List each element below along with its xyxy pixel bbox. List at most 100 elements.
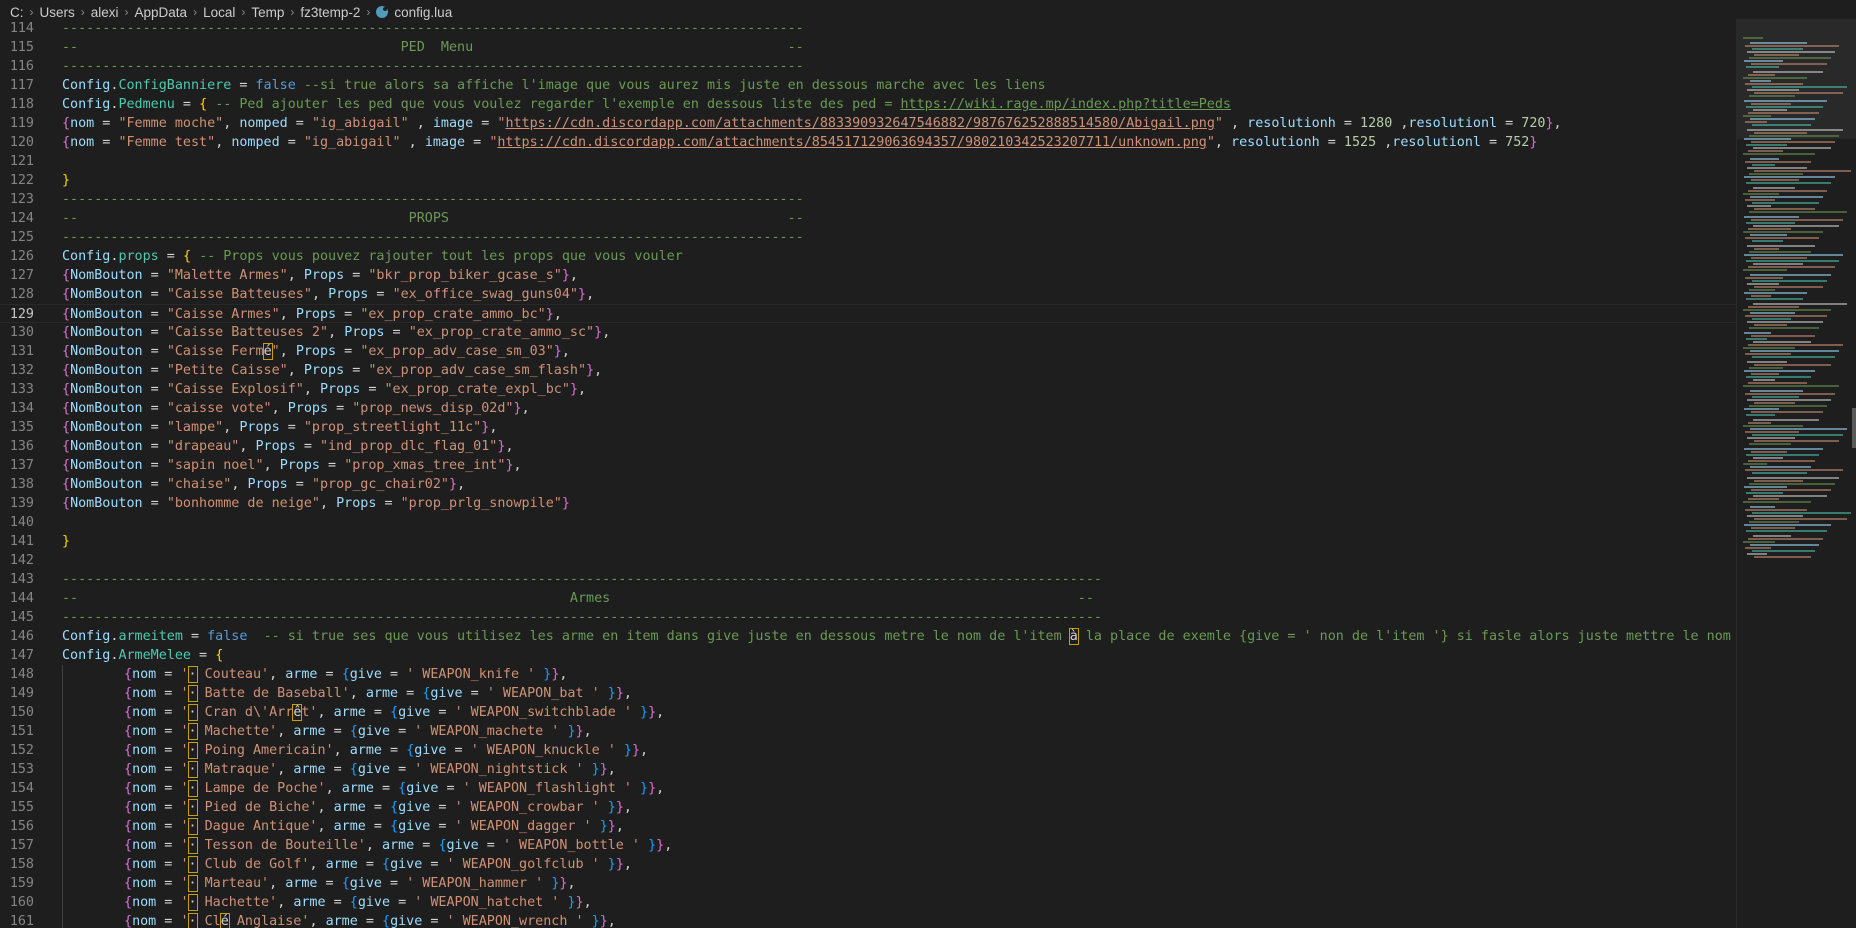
minimap-line bbox=[1743, 501, 1811, 503]
code-line[interactable]: 121 bbox=[0, 152, 1736, 171]
code-line[interactable]: 138 {NomBouton = "chaise", Props = "prop_… bbox=[0, 475, 1736, 494]
code-token: = bbox=[142, 344, 167, 359]
code-line[interactable]: 114 -------------------------------------… bbox=[0, 19, 1736, 38]
code-editor[interactable]: 114 -------------------------------------… bbox=[0, 19, 1736, 928]
code-line[interactable]: 127 {NomBouton = "Malette Armes", Props =… bbox=[0, 266, 1736, 285]
code-token: -- si true ses que vous utilisez les arm… bbox=[263, 629, 1070, 644]
code-line[interactable]: 126 Config.props = { -- Props vous pouvez… bbox=[0, 247, 1736, 266]
code-line[interactable]: 144 -- Armes -- bbox=[0, 589, 1736, 608]
code-text: Config.ArmeMelee = { bbox=[62, 646, 223, 665]
code-text: {nom = '· Batte de Baseball', arme = {gi… bbox=[124, 684, 632, 703]
breadcrumb-segment[interactable]: AppData bbox=[135, 5, 188, 20]
code-line[interactable]: 141} bbox=[0, 532, 1736, 551]
code-token: , bbox=[333, 743, 350, 758]
code-line[interactable]: 134 {NomBouton = "caisse vote", Props = "… bbox=[0, 399, 1736, 418]
code-text: {NomBouton = "Petite Caisse", Props = "e… bbox=[62, 361, 602, 380]
minimap-line bbox=[1751, 141, 1835, 143]
code-line[interactable]: 128 {NomBouton = "Caisse Batteuses", Prop… bbox=[0, 285, 1736, 304]
scrollbar-thumb[interactable] bbox=[1852, 408, 1856, 448]
code-line[interactable]: 154 {nom = '· Lampe de Poche', arme = {gi… bbox=[0, 779, 1736, 798]
code-line[interactable]: 148 {nom = '· Couteau', arme = {give = ' … bbox=[0, 665, 1736, 684]
minimap-line bbox=[1744, 486, 1787, 488]
code-token: = bbox=[142, 307, 167, 322]
code-line[interactable]: 145 -------------------------------------… bbox=[0, 608, 1736, 627]
code-line[interactable]: 152 {nom = '· Poing Americain', arme = {g… bbox=[0, 741, 1736, 760]
code-line[interactable]: 143 -------------------------------------… bbox=[0, 570, 1736, 589]
code-line[interactable]: 158 {nom = '· Club de Golf', arme = {give… bbox=[0, 855, 1736, 874]
code-line[interactable]: 155 {nom = '· Pied de Biche', arme = {giv… bbox=[0, 798, 1736, 817]
code-line[interactable]: 129 {NomBouton = "Caisse Armes", Props = … bbox=[0, 304, 1736, 323]
code-token: é bbox=[262, 343, 273, 360]
code-line[interactable]: 149 {nom = '· Batte de Baseball', arme = … bbox=[0, 684, 1736, 703]
breadcrumb-segment[interactable]: fz3temp-2 bbox=[300, 5, 360, 20]
code-line[interactable]: 133 {NomBouton = "Caisse Explosif", Props… bbox=[0, 380, 1736, 399]
code-token: } bbox=[615, 686, 624, 701]
breadcrumb-segment[interactable]: alexi bbox=[91, 5, 119, 20]
code-token: 1280 bbox=[1360, 116, 1393, 131]
breadcrumb-segment[interactable]: Users bbox=[40, 5, 75, 20]
code-line[interactable]: 123 -------------------------------------… bbox=[0, 190, 1736, 209]
code-token: "Caisse Batteuses 2" bbox=[166, 325, 329, 340]
code-token: = bbox=[287, 116, 312, 131]
code-line[interactable]: 117 Config.ConfigBanniere = false --si tr… bbox=[0, 76, 1736, 95]
code-line[interactable]: 132 {NomBouton = "Petite Caisse", Props =… bbox=[0, 361, 1736, 380]
breadcrumb-segment[interactable]: Temp bbox=[251, 5, 284, 20]
code-token: false bbox=[255, 78, 296, 93]
code-line[interactable]: 157 {nom = '· Tesson de Bouteille', arme … bbox=[0, 836, 1736, 855]
code-line[interactable]: 135 {NomBouton = "lampe", Props = "prop_s… bbox=[0, 418, 1736, 437]
code-line[interactable]: 116 -------------------------------------… bbox=[0, 57, 1736, 76]
line-number: 121 bbox=[9, 154, 34, 169]
code-token: } bbox=[567, 895, 576, 910]
minimap-line bbox=[1752, 280, 1827, 282]
code-token: , bbox=[400, 135, 425, 150]
code-line[interactable]: 151 {nom = '· Machette', arme = {give = '… bbox=[0, 722, 1736, 741]
code-link[interactable]: https://wiki.rage.mp/index.php?title=Ped… bbox=[900, 97, 1231, 112]
minimap[interactable] bbox=[1736, 19, 1856, 928]
code-token: = bbox=[373, 781, 399, 796]
code-token: give bbox=[446, 838, 479, 853]
code-token: resolutionl bbox=[1408, 116, 1498, 131]
code-line[interactable]: 160 {nom = '· Hachette', arme = {give = '… bbox=[0, 893, 1736, 912]
code-token: nom bbox=[132, 743, 157, 758]
code-line[interactable]: 137 {NomBouton = "sapin noel", Props = "p… bbox=[0, 456, 1736, 475]
code-line[interactable]: 124 -- PROPS -- bbox=[0, 209, 1736, 228]
code-line[interactable]: 119 {nom = "Femme moche", nomped = "ig_ab… bbox=[0, 114, 1736, 133]
code-line[interactable]: 142 bbox=[0, 551, 1736, 570]
code-line[interactable]: 131 {NomBouton = "Caisse Fermé", Props = … bbox=[0, 342, 1736, 361]
minimap-line bbox=[1753, 457, 1783, 459]
code-line[interactable]: 120 {nom = "Femme test", nomped = "ig_abi… bbox=[0, 133, 1736, 152]
code-line[interactable]: 118 Config.Pedmenu = { -- Ped ajouter les… bbox=[0, 95, 1736, 114]
code-token: = bbox=[336, 344, 361, 359]
code-token: Hachette' bbox=[196, 895, 278, 910]
code-token: NomBouton bbox=[70, 344, 143, 359]
minimap-line bbox=[1752, 164, 1775, 166]
code-link[interactable]: https://cdn.discordapp.com/attachments/8… bbox=[497, 135, 1206, 150]
code-token: nomped bbox=[239, 116, 288, 131]
code-line[interactable]: 122} bbox=[0, 171, 1736, 190]
breadcrumb-segment[interactable]: Local bbox=[203, 5, 235, 20]
line-number: 119 bbox=[9, 116, 34, 131]
line-number: 131 bbox=[9, 344, 34, 359]
code-line[interactable]: 153 {nom = '· Matraque', arme = {give = '… bbox=[0, 760, 1736, 779]
code-link[interactable]: https://cdn.discordapp.com/attachments/8… bbox=[505, 116, 1214, 131]
code-line[interactable]: 115 -- PED Menu -- bbox=[0, 38, 1736, 57]
code-line[interactable]: 159 {nom = '· Marteau', arme = {give = ' … bbox=[0, 874, 1736, 893]
code-token: , bbox=[309, 857, 326, 872]
code-line[interactable]: 150 {nom = '· Cran d\'Arrêt', arme = {giv… bbox=[0, 703, 1736, 722]
code-token: } bbox=[607, 686, 616, 701]
code-line[interactable]: 130 {NomBouton = "Caisse Batteuses 2", Pr… bbox=[0, 323, 1736, 342]
code-token: , bbox=[1214, 135, 1232, 150]
code-line[interactable]: 156 {nom = '· Dague Antique', arme = {giv… bbox=[0, 817, 1736, 836]
breadcrumb-file[interactable]: config.lua bbox=[394, 5, 452, 20]
code-line[interactable]: 136 {NomBouton = "drapeau", Props = "ind_… bbox=[0, 437, 1736, 456]
line-number: 161 bbox=[9, 914, 34, 928]
code-token: t' bbox=[301, 705, 318, 720]
breadcrumb-segment[interactable]: C: bbox=[10, 5, 24, 20]
code-line[interactable]: 125 -------------------------------------… bbox=[0, 228, 1736, 247]
code-line[interactable]: 139 {NomBouton = "bonhomme de neige", Pro… bbox=[0, 494, 1736, 513]
code-line[interactable]: 161 {nom = '· Clé Anglaise', arme = {give… bbox=[0, 912, 1736, 928]
code-line[interactable]: 140 bbox=[0, 513, 1736, 532]
code-token: { bbox=[382, 857, 391, 872]
code-line[interactable]: 147 Config.ArmeMelee = { bbox=[0, 646, 1736, 665]
code-line[interactable]: 146 Config.armeitem = false -- si true se… bbox=[0, 627, 1736, 646]
